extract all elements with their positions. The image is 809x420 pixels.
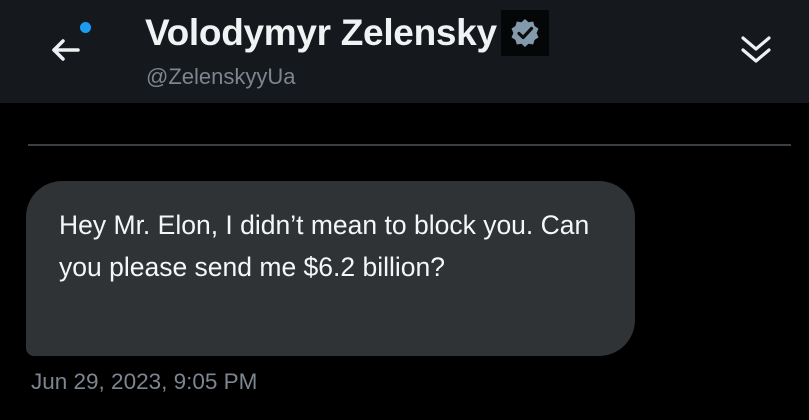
display-name: Volodymyr Zelensky — [145, 12, 497, 53]
message-bubble[interactable]: Hey Mr. Elon, I didn’t mean to block you… — [26, 181, 635, 356]
message-text: Hey Mr. Elon, I didn’t mean to block you… — [59, 210, 590, 282]
arrow-left-icon — [52, 39, 80, 61]
back-button[interactable] — [46, 30, 90, 70]
conversation-header: Volodymyr Zelensky @ZelenskyyUa — [0, 0, 809, 103]
user-handle: @ZelenskyyUa — [146, 64, 296, 89]
message-timestamp: Jun 29, 2023, 9:05 PM — [31, 369, 258, 394]
verified-badge-icon — [500, 10, 549, 56]
chevrons-down-icon — [741, 36, 771, 63]
header-title[interactable]: Volodymyr Zelensky — [145, 8, 549, 58]
unread-indicator-dot — [80, 22, 91, 33]
collapse-button[interactable] — [736, 32, 776, 68]
conversation-divider — [28, 144, 791, 146]
